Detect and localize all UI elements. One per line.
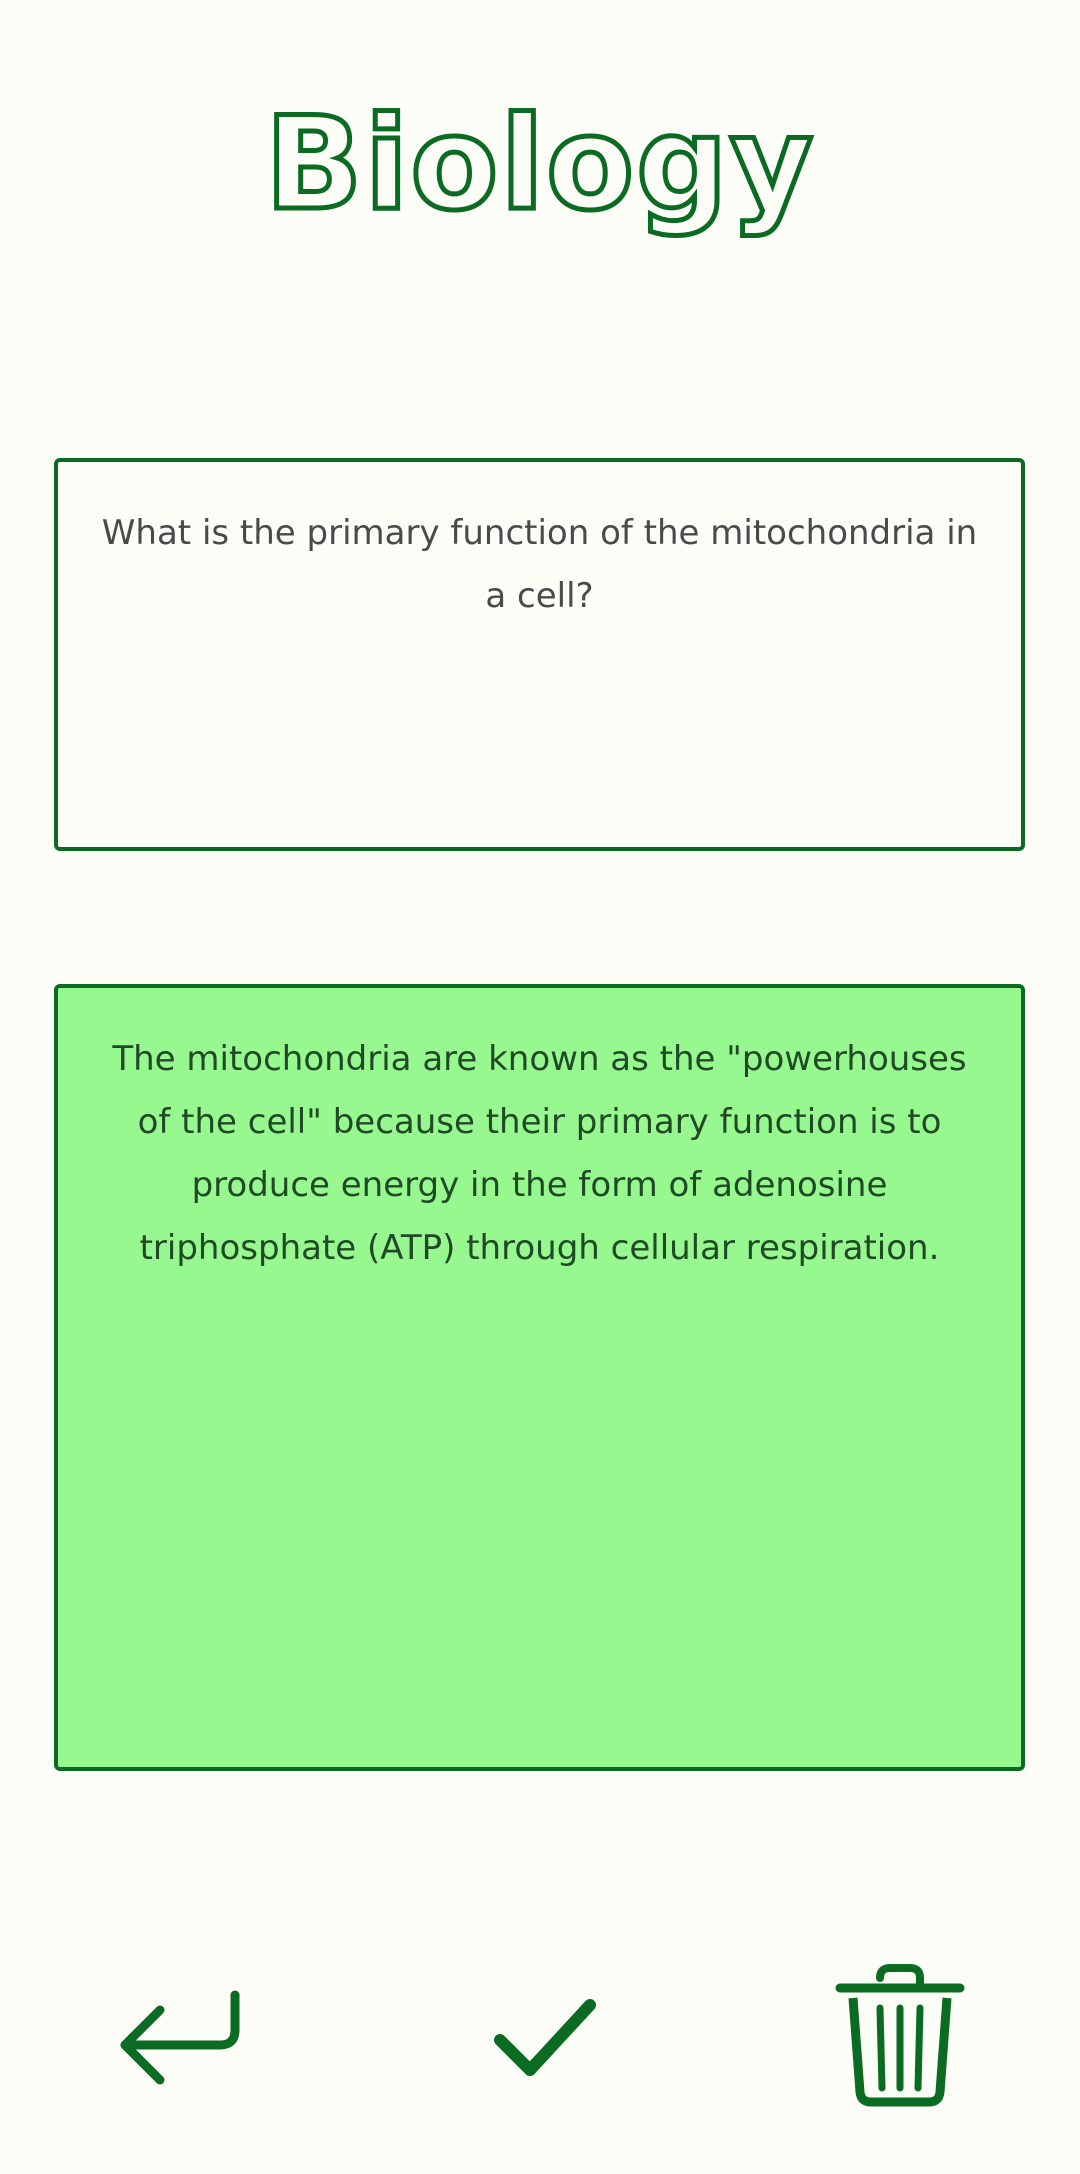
return-arrow-icon [120, 1990, 240, 2085]
deck-title: Biology [262, 88, 816, 242]
check-icon [494, 1999, 596, 2076]
answer-text: The mitochondria are known as the "power… [112, 1039, 967, 1268]
question-text: What is the primary function of the mito… [101, 513, 978, 616]
trash-icon [835, 1964, 965, 2107]
answer-card[interactable]: The mitochondria are known as the "power… [54, 984, 1025, 1771]
delete-button[interactable] [825, 1960, 975, 2110]
correct-button[interactable] [470, 1960, 620, 2110]
question-card[interactable]: What is the primary function of the mito… [54, 458, 1025, 851]
back-button[interactable] [105, 1960, 255, 2110]
